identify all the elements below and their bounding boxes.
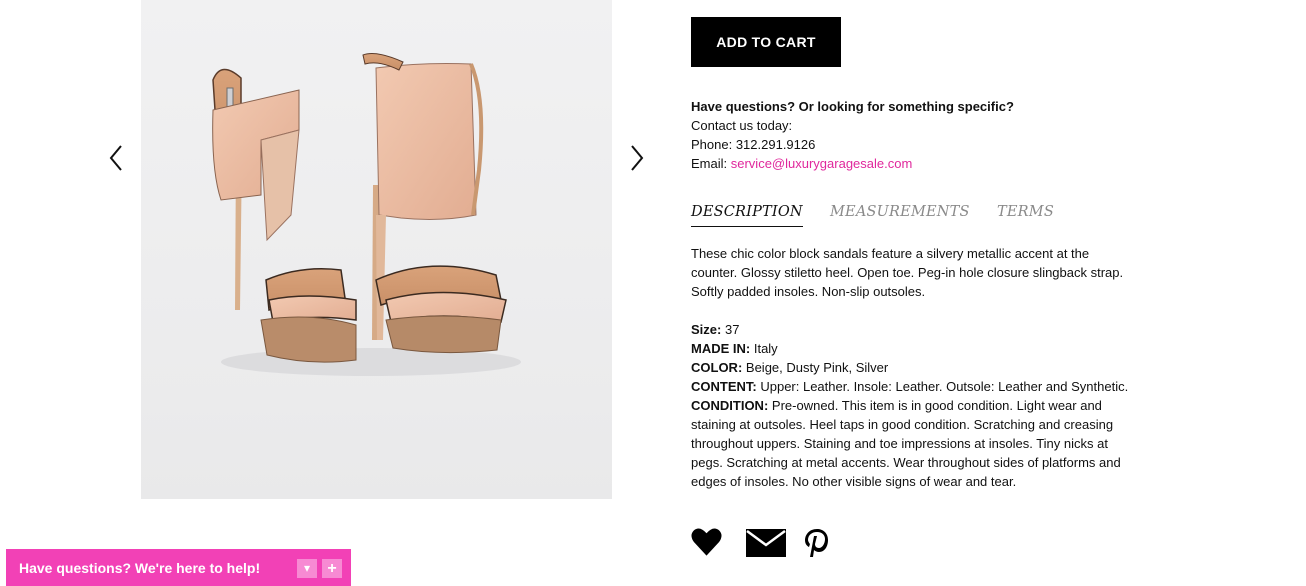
chevron-right-icon [631, 145, 644, 171]
tab-description[interactable]: DESCRIPTION [691, 204, 803, 227]
tab-measurements[interactable]: MEASUREMENTS [830, 204, 970, 220]
pinterest-icon [805, 529, 828, 557]
description-panel: These chic color block sandals feature a… [691, 244, 1136, 491]
carousel-next-button[interactable] [626, 142, 646, 174]
size-label: Size: [691, 322, 722, 337]
pinterest-share-button[interactable] [804, 528, 830, 563]
made-in-value: Italy [753, 341, 778, 356]
wishlist-button[interactable] [691, 527, 722, 562]
size-row: Size: 37 [691, 320, 1136, 339]
content-label: CONTENT: [691, 379, 757, 394]
email-share-button[interactable] [746, 529, 786, 562]
color-value: Beige, Dusty Pink, Silver [745, 360, 889, 375]
carousel-prev-button[interactable] [107, 142, 127, 174]
tab-terms[interactable]: TERMS [997, 204, 1054, 220]
chat-widget[interactable]: Have questions? We're here to help! ▾ + [6, 549, 351, 586]
contact-line: Contact us today: [691, 118, 793, 133]
chat-prompt[interactable]: Have questions? We're here to help! [19, 560, 260, 576]
content-value: Upper: Leather. Insole: Leather. Outsole… [760, 379, 1129, 394]
product-image [141, 0, 612, 499]
phone-number: 312.291.9126 [735, 137, 816, 152]
shoe-illustration [212, 53, 521, 376]
made-in-row: MADE IN: Italy [691, 339, 1136, 358]
color-row: COLOR: Beige, Dusty Pink, Silver [691, 358, 1136, 377]
color-label: COLOR: [691, 360, 743, 375]
made-in-label: MADE IN: [691, 341, 751, 356]
chevron-left-icon [109, 145, 122, 171]
chat-minimize-button[interactable]: ▾ [297, 559, 317, 578]
contact-question: Have questions? Or looking for something… [691, 99, 1014, 114]
size-value: 37 [724, 322, 740, 337]
contact-block: Have questions? Or looking for something… [691, 97, 1014, 173]
chat-expand-button[interactable]: + [322, 559, 342, 578]
add-to-cart-button[interactable]: ADD TO CART [691, 17, 841, 67]
email-label: Email: [691, 156, 728, 171]
phone-row: Phone: 312.291.9126 [691, 135, 1014, 154]
content-row: CONTENT: Upper: Leather. Insole: Leather… [691, 377, 1136, 396]
heart-icon [691, 528, 722, 556]
envelope-icon [746, 529, 786, 557]
email-link[interactable]: service@luxurygaragesale.com [731, 156, 913, 171]
condition-label: CONDITION: [691, 398, 769, 413]
condition-row: CONDITION: Pre-owned. This item is in go… [691, 396, 1136, 491]
email-row: Email: service@luxurygaragesale.com [691, 154, 1014, 173]
description-intro: These chic color block sandals feature a… [691, 246, 1124, 299]
phone-label: Phone: [691, 137, 733, 152]
